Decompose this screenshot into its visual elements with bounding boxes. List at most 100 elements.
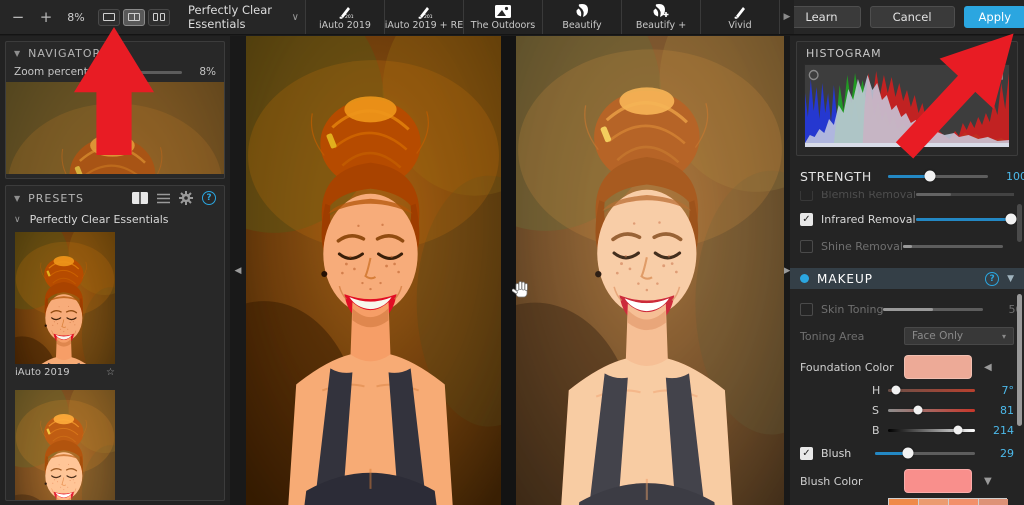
help-icon[interactable]: ?	[202, 191, 216, 205]
makeup-section-header[interactable]: MAKEUP ? ▼	[790, 268, 1024, 289]
right-panel-scrollbar[interactable]	[1017, 36, 1022, 505]
strength-label: STRENGTH	[800, 168, 872, 184]
blush-slider[interactable]	[875, 447, 975, 459]
navigator-title: NAVIGATOR	[28, 47, 102, 60]
section-active-dot-icon	[800, 274, 809, 283]
infrared-removal-row: ✓ Infrared Removal 100	[800, 209, 1017, 229]
after-image[interactable]	[516, 36, 784, 505]
saturation-row: S 81	[800, 400, 1014, 420]
infrared-label: Infrared Removal	[821, 212, 916, 226]
brush-2019-icon: 2019	[416, 3, 433, 19]
strength-slider[interactable]	[888, 170, 988, 182]
image-canvas[interactable]	[246, 36, 784, 505]
preset-group-dropdown[interactable]: Perfectly Clear Essentials ∨	[188, 3, 299, 31]
top-toolbar: − + 8% Perfectly Clear Essentials ∨ 2019…	[0, 0, 1024, 35]
preset-strip: 2019 iAuto 2019 2019 iAuto 2019 + RE The…	[305, 0, 794, 34]
saturation-label: S	[872, 403, 879, 417]
blemish-slider[interactable]	[916, 192, 1014, 196]
blush-checkbox[interactable]: ✓	[800, 446, 813, 460]
palette-swatch[interactable]	[979, 499, 1008, 505]
skin-toning-checkbox[interactable]	[800, 302, 813, 316]
strength-row: STRENGTH 100	[800, 164, 1024, 188]
collapse-left-icon[interactable]: ◀	[984, 362, 992, 373]
gear-icon[interactable]	[179, 191, 193, 205]
hue-label: H	[872, 383, 881, 397]
presets-title: PRESETS	[28, 191, 85, 205]
navigator-zoom-value: 8%	[199, 66, 216, 78]
foundation-color-swatch[interactable]	[904, 355, 972, 379]
side-by-side-icon	[153, 13, 158, 21]
zoom-in-button[interactable]: +	[34, 5, 58, 29]
apply-button[interactable]: Apply	[963, 6, 1024, 28]
zoom-percent-label: Zoom percent	[14, 66, 88, 78]
collapse-triangle-icon[interactable]: ▼	[14, 194, 20, 203]
brightness-label: B	[872, 423, 880, 437]
blemish-label: Blemish Removal	[821, 191, 917, 201]
palette-swatch[interactable]	[949, 499, 978, 505]
skin-toning-slider[interactable]	[883, 307, 984, 311]
preset-dropdown-value: Perfectly Clear Essentials	[188, 3, 273, 31]
split-view-button[interactable]	[123, 8, 145, 26]
list-view-icon[interactable]	[157, 193, 170, 204]
strip-preset-iauto-2019[interactable]: 2019 iAuto 2019	[306, 0, 385, 34]
cancel-button[interactable]: Cancel	[869, 6, 955, 28]
preset-thumb-label: iAuto 2019	[15, 366, 70, 378]
star-icon[interactable]: ☆	[106, 367, 115, 378]
toning-area-dropdown[interactable]: Face Only ▾	[904, 327, 1014, 345]
toning-area-row: Toning Area Face Only ▾	[800, 326, 1014, 346]
scrollbar-thumb[interactable]	[1017, 294, 1022, 426]
shine-checkbox[interactable]	[800, 239, 813, 253]
chevron-down-icon[interactable]: ▼	[984, 476, 992, 487]
strip-preset-beautify[interactable]: Beautify	[543, 0, 622, 34]
thumbnail-view-icon[interactable]	[132, 192, 148, 204]
face-icon	[574, 3, 590, 19]
palette-swatch[interactable]	[889, 499, 918, 505]
strip-preset-the-outdoors[interactable]: The Outdoors	[464, 0, 543, 34]
single-view-button[interactable]	[98, 8, 120, 26]
preset-thumb-iauto-2019[interactable]: iAuto 2019 ☆	[15, 232, 115, 380]
hue-slider[interactable]	[888, 385, 975, 395]
strip-preset-vivid[interactable]: Vivid	[701, 0, 780, 34]
shine-slider[interactable]	[902, 244, 1003, 248]
strip-preset-iauto-2019-re[interactable]: 2019 iAuto 2019 + RE	[385, 0, 464, 34]
learn-button[interactable]: Learn	[782, 6, 861, 28]
shine-label: Shine Removal	[821, 239, 903, 253]
collapse-triangle-icon[interactable]: ▼	[14, 49, 20, 58]
preset-thumb-iauto-2019-re[interactable]: iAuto 2019 + RE ☆	[15, 390, 115, 500]
blush-label: Blush	[821, 446, 852, 460]
infrared-checkbox[interactable]: ✓	[800, 212, 813, 226]
before-image[interactable]	[246, 36, 501, 505]
strip-scroll-right-icon[interactable]: ▶	[780, 0, 794, 34]
preset-group-row[interactable]: ∨ Perfectly Clear Essentials	[6, 210, 224, 232]
help-icon[interactable]: ?	[985, 271, 1000, 286]
brightness-slider[interactable]	[888, 425, 975, 435]
blush-row: ✓ Blush 29	[800, 443, 1014, 463]
infrared-slider[interactable]	[915, 213, 1017, 225]
blush-color-label: Blush Color	[800, 474, 863, 488]
collapse-triangle-icon[interactable]: ▼	[1007, 274, 1014, 284]
face-plus-icon	[652, 3, 670, 19]
blemish-removal-row-clipped: Blemish Removal 23	[800, 191, 1014, 204]
left-panel-collapse-handle[interactable]: ◀	[230, 36, 246, 505]
makeup-title: MAKEUP	[817, 271, 874, 286]
brush-2019-icon: 2019	[337, 3, 354, 19]
shine-removal-row: Shine Removal 8	[800, 236, 1014, 256]
saturation-value: 81	[1000, 403, 1014, 417]
zoom-level-value: 8%	[67, 10, 85, 24]
strip-preset-beautify-plus[interactable]: Beautify +	[622, 0, 701, 34]
foundation-color-label: Foundation Color	[800, 360, 894, 374]
perfectly-clear-app: − + 8% Perfectly Clear Essentials ∨ 2019…	[0, 0, 1024, 505]
skin-toning-row: Skin Toning 50	[800, 299, 1022, 319]
saturation-slider[interactable]	[888, 405, 975, 415]
blemish-checkbox[interactable]	[800, 191, 813, 201]
chevron-down-icon: ∨	[291, 11, 299, 23]
blush-color-swatch[interactable]	[904, 469, 972, 493]
blush-value: 29	[1000, 446, 1014, 460]
side-by-side-view-button[interactable]	[148, 8, 170, 26]
chevron-down-icon: ▾	[1001, 331, 1006, 341]
palette-swatch[interactable]	[919, 499, 948, 505]
right-panel: HISTOGRAM ▼	[790, 36, 1024, 505]
zoom-out-button[interactable]: −	[6, 5, 30, 29]
preset-group-name: Perfectly Clear Essentials	[29, 213, 169, 226]
brush-icon	[732, 3, 749, 19]
